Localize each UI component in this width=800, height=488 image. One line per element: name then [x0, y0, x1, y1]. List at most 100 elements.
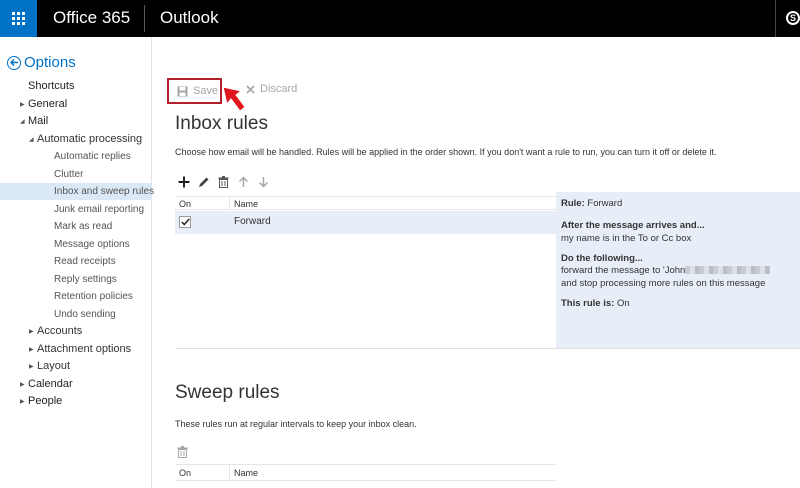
sidebar-item-people[interactable]: ▶ People	[0, 393, 152, 410]
expand-arrow-icon[interactable]: ▶	[20, 394, 28, 411]
sidebar-item-calendar[interactable]: ▶ Calendar	[0, 376, 152, 393]
status-label: This rule is:	[561, 298, 615, 309]
options-title: Options	[24, 54, 76, 71]
column-name[interactable]: Name	[234, 199, 258, 209]
column-divider	[229, 465, 230, 481]
sidebar-item-label: Shortcuts	[28, 80, 75, 92]
brand-title[interactable]: Office 365	[53, 8, 130, 28]
header-divider	[144, 5, 145, 32]
waffle-icon	[12, 12, 25, 25]
sidebar-item-label: Junk email reporting	[54, 204, 145, 215]
sweep-column-name[interactable]: Name	[234, 468, 258, 478]
app-title[interactable]: Outlook	[160, 8, 219, 28]
sidebar-item-junk-email-reporting[interactable]: Junk email reporting	[0, 201, 152, 218]
inbox-rules-table-header: On Name	[175, 196, 556, 210]
sidebar-item-accounts[interactable]: ▶ Accounts	[0, 323, 152, 340]
expand-arrow-icon[interactable]: ▶	[20, 97, 28, 114]
rule-enabled-checkbox[interactable]	[179, 216, 191, 228]
sidebar-item-label: General	[28, 98, 68, 110]
inbox-rules-heading: Inbox rules	[175, 113, 268, 134]
expand-arrow-icon[interactable]: ▶	[29, 359, 37, 376]
delete-icon[interactable]	[217, 175, 230, 189]
collapse-arrow-icon[interactable]: ◢	[20, 114, 28, 131]
annotation-arrow-icon	[222, 86, 246, 112]
app-launcher-button[interactable]	[0, 0, 37, 37]
sidebar-item-label: Mark as read	[54, 221, 113, 232]
sidebar-item-label: Message options	[54, 239, 130, 250]
sidebar-item-mark-as-read[interactable]: Mark as read	[0, 218, 152, 235]
sidebar-item-label: People	[28, 395, 63, 407]
sidebar-item-label: Undo sending	[54, 309, 116, 320]
discard-button[interactable]: Discard	[246, 83, 297, 95]
sweep-delete-icon[interactable]	[177, 445, 188, 463]
header-divider-right	[775, 0, 776, 37]
section-divider	[175, 348, 800, 349]
sidebar-item-label: Clutter	[54, 169, 84, 180]
inbox-rules-toolbar	[177, 175, 270, 189]
sidebar-item-undo-sending[interactable]: Undo sending	[0, 306, 152, 323]
sidebar-item-label: Reply settings	[54, 274, 117, 285]
sidebar-item-label: Layout	[37, 360, 71, 372]
sidebar-item-label: Retention policies	[54, 291, 133, 302]
sidebar-item-inbox-and-sweep-rules[interactable]: Inbox and sweep rules	[0, 183, 155, 200]
rule-title-value: Forward	[587, 198, 623, 209]
action-forward-line: forward the message to 'John	[561, 265, 771, 276]
rule-title-line: Rule: Forward	[561, 198, 622, 209]
status-value: On	[616, 298, 630, 309]
sidebar-item-label: Automatic processing	[37, 133, 143, 145]
table-row[interactable]: Forward	[175, 211, 556, 234]
sidebar-item-message-options[interactable]: Message options	[0, 236, 152, 253]
close-icon	[246, 84, 255, 94]
sidebar-item-shortcuts[interactable]: Shortcuts	[0, 78, 152, 95]
sidebar-item-layout[interactable]: ▶ Layout	[0, 358, 152, 375]
column-on[interactable]: On	[179, 199, 191, 209]
sidebar-item-automatic-replies[interactable]: Automatic replies	[0, 148, 152, 165]
sidebar-item-read-receipts[interactable]: Read receipts	[0, 253, 152, 270]
sidebar-item-general[interactable]: ▶ General	[0, 96, 152, 113]
save-icon	[177, 86, 188, 96]
sidebar-item-automatic-processing[interactable]: ◢ Automatic processing	[0, 131, 152, 148]
action-heading: Do the following...	[561, 253, 643, 264]
inbox-rules-description: Choose how email will be handled. Rules …	[175, 147, 717, 157]
discard-label: Discard	[260, 83, 298, 95]
back-to-options-link[interactable]: Options	[7, 54, 76, 71]
move-down-icon[interactable]	[257, 175, 270, 189]
expand-arrow-icon[interactable]: ▶	[20, 377, 28, 394]
expand-arrow-icon[interactable]: ▶	[29, 342, 37, 359]
save-button[interactable]: Save	[167, 78, 222, 104]
sweep-rules-table-header: On Name	[175, 464, 556, 481]
save-label: Save	[193, 85, 219, 97]
add-icon[interactable]	[177, 175, 190, 189]
rule-name: Forward	[234, 216, 271, 227]
edit-icon[interactable]	[197, 175, 210, 189]
expand-arrow-icon[interactable]: ▶	[29, 324, 37, 341]
rule-status-line: This rule is: On	[561, 298, 630, 309]
sidebar-item-label: Inbox and sweep rules	[54, 186, 155, 197]
sidebar-item-label: Mail	[28, 115, 49, 127]
sidebar-item-clutter[interactable]: Clutter	[0, 166, 152, 183]
sidebar-item-attachment-options[interactable]: ▶ Attachment options	[0, 341, 152, 358]
sidebar-item-mail[interactable]: ◢ Mail	[0, 113, 152, 130]
checkmark-icon	[180, 218, 190, 226]
skype-icon[interactable]: S	[786, 11, 800, 25]
sweep-column-on[interactable]: On	[179, 468, 191, 478]
sweep-rules-heading: Sweep rules	[175, 382, 280, 403]
collapse-arrow-icon[interactable]: ◢	[29, 132, 37, 149]
move-up-icon[interactable]	[237, 175, 250, 189]
redacted-email	[685, 266, 771, 275]
sidebar-item-retention-policies[interactable]: Retention policies	[0, 288, 152, 305]
sidebar-item-label: Read receipts	[54, 256, 116, 267]
sidebar-item-reply-settings[interactable]: Reply settings	[0, 271, 152, 288]
sweep-rules-description: These rules run at regular intervals to …	[175, 419, 417, 429]
action-forward-text: forward the message to 'John	[561, 265, 686, 276]
rule-details-pane: Rule: Forward After the message arrives …	[556, 192, 800, 349]
column-divider	[229, 197, 230, 210]
back-arrow-icon	[7, 55, 21, 70]
top-bar: Office 365 Outlook S	[0, 0, 800, 37]
rule-label: Rule:	[561, 198, 585, 209]
options-nav: Options Shortcuts ▶ General ◢ Mail ◢ Automatic…	[0, 37, 155, 488]
sidebar-item-label: Attachment options	[37, 343, 132, 355]
sidebar-item-label: Calendar	[28, 378, 73, 390]
condition-text: my name is in the To or Cc box	[561, 233, 692, 244]
sidebar-item-label: Accounts	[37, 325, 83, 337]
